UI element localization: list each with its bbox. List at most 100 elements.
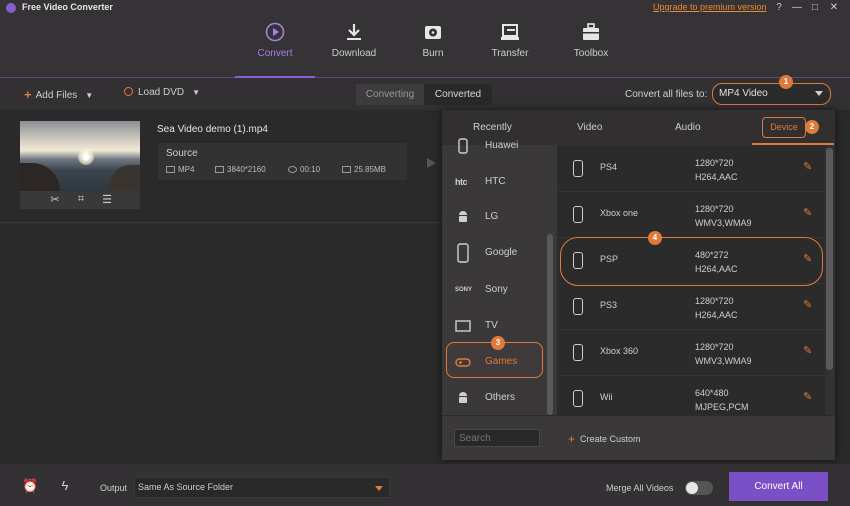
category-lg[interactable]: LG [455,209,545,225]
nav-toolbox[interactable]: Toolbox [551,16,631,78]
output-folder-select[interactable]: Same As Source Folder [134,477,390,498]
toolbox-icon [583,23,599,40]
huawei-icon [455,138,471,154]
device-name: PS4 [600,162,618,172]
category-htc[interactable]: htc HTC [455,174,545,190]
search-input[interactable] [454,429,540,447]
device-row-ps3[interactable]: PS3 1280*720 H264,AAC ✎ [557,284,825,330]
upgrade-link[interactable]: Upgrade to premium version [653,2,767,12]
output-folder-value: Same As Source Folder [138,482,234,492]
category-lg-label: LG [485,211,499,222]
help-button[interactable]: ? [772,1,786,15]
load-dvd-button[interactable]: Load DVD ▼ [124,87,200,98]
tab-converting[interactable]: Converting [356,84,424,105]
edit-icon[interactable]: ✎ [803,300,814,311]
tv-icon [455,318,471,334]
create-custom-button[interactable]: + Create Custom [568,432,641,446]
trim-scissors-icon[interactable]: ✂ [48,193,62,207]
source-size-value: 25.85MB [354,165,387,174]
device-icon [573,344,583,361]
category-scrollbar[interactable] [547,234,553,415]
step-badge-3: 3 [491,336,505,350]
tab-recently[interactable]: Recently [473,122,512,133]
minimize-button[interactable]: — [790,1,804,15]
effects-sliders-icon[interactable]: ☰ [100,193,114,207]
download-icon [347,24,361,40]
device-row-xbox-one[interactable]: Xbox one 1280*720 WMV3,WMA9 ✎ [557,192,825,238]
output-label: Output [100,483,128,493]
edit-icon[interactable]: ✎ [803,392,814,403]
device-psp-highlight [560,237,823,286]
film-icon [166,166,175,173]
android-icon [455,390,471,406]
edit-icon[interactable]: ✎ [803,346,814,357]
device-row-ps4[interactable]: PS4 1280*720 H264,AAC ✎ [557,146,825,192]
device-scrollbar[interactable] [826,148,833,370]
chevron-down-icon[interactable]: ▼ [85,91,93,100]
app-title: Free Video Converter [22,2,113,12]
tab-device[interactable]: Device [762,117,806,138]
clock-icon [288,166,297,173]
crop-icon[interactable]: ⌗ [74,193,88,207]
merge-toggle[interactable] [685,481,713,495]
device-icon [573,390,583,407]
close-button[interactable]: ✕ [827,1,841,15]
nav-burn-label: Burn [422,48,444,59]
step-badge-2: 2 [805,120,819,134]
convert-icon [265,22,285,42]
source-duration-value: 00:10 [300,165,321,174]
video-thumbnail[interactable] [20,121,140,191]
output-format-select[interactable]: MP4 Video [712,83,831,105]
category-tv-label: TV [485,320,498,331]
category-sony[interactable]: SONY Sony [455,282,545,298]
row-divider [0,222,442,223]
chevron-down-icon[interactable]: ▼ [192,88,200,97]
nav-download-label: Download [331,48,377,59]
nav-transfer[interactable]: Transfer [470,16,550,78]
tab-audio[interactable]: Audio [675,122,701,133]
alarm-clock-icon[interactable]: ⏰ [22,478,38,494]
device-spec: 1280*720 WMV3,WMA9 [695,202,752,230]
category-others-label: Others [485,392,516,403]
load-dvd-label: Load DVD [138,87,185,98]
nav-burn[interactable]: Burn [393,16,473,78]
edit-icon[interactable]: ✎ [803,208,814,219]
device-row-wii[interactable]: Wii 640*480 MJPEG,PCM ✎ [557,376,825,415]
category-others[interactable]: Others [455,390,545,406]
arrow-right-icon [427,158,436,168]
thumbnail-rock [20,163,60,191]
category-google[interactable]: Google [455,243,545,263]
source-label: Source [166,148,198,159]
transfer-icon [501,24,519,40]
device-spec: 1280*720 H264,AAC [695,294,738,322]
tab-video[interactable]: Video [577,122,602,133]
nav-download[interactable]: Download [314,16,394,78]
nav-convert[interactable]: Convert [235,16,315,78]
category-huawei[interactable]: Huawei [455,138,545,154]
category-games[interactable]: Games [455,354,545,370]
category-tv[interactable]: TV [455,318,545,334]
create-custom-label: Create Custom [580,434,641,444]
burn-icon [425,26,441,39]
sony-logo-icon: SONY [455,287,473,293]
source-resolution-value: 3840*2160 [227,165,266,174]
folder-icon [342,166,351,173]
device-resolution: 1280*720 [695,342,734,352]
phone-icon [455,243,471,263]
edit-icon[interactable]: ✎ [803,162,814,173]
category-htc-label: HTC [485,176,506,187]
chevron-down-icon [375,486,383,491]
add-files-label: Add Files [35,90,78,101]
device-row-xbox-360[interactable]: Xbox 360 1280*720 WMV3,WMA9 ✎ [557,330,825,376]
device-codec: MJPEG,PCM [695,402,749,412]
lightning-icon[interactable]: ϟ [57,478,73,494]
gamepad-icon [455,354,471,370]
tab-converted[interactable]: Converted [424,84,492,105]
bottom-bar [0,464,850,506]
device-resolution: 1280*720 [695,158,734,168]
add-files-button[interactable]: + Add Files ▼ [24,87,93,102]
convert-all-button[interactable]: Convert All [729,472,828,501]
file-name: Sea Video demo (1).mp4 [157,124,268,135]
nav-convert-label: Convert [257,48,293,59]
maximize-button[interactable]: □ [808,1,822,15]
